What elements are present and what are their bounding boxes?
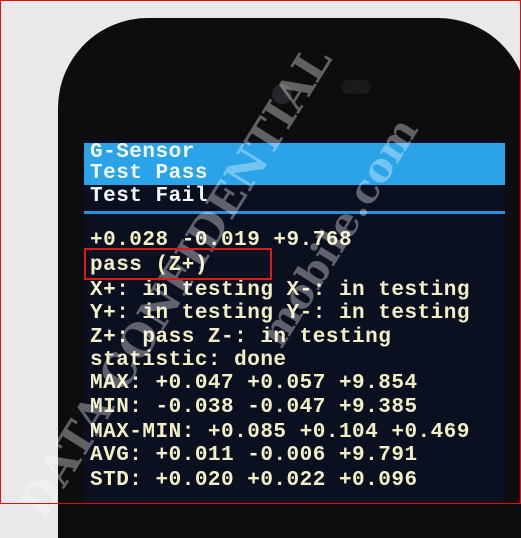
- menu-title: G-Sensor: [90, 141, 195, 164]
- highlight-box: [84, 248, 272, 280]
- axis-status-y: Y+: in testing Y-: in testing: [90, 302, 470, 325]
- test-pass-button[interactable]: Test Pass: [90, 163, 208, 185]
- stat-min: MIN: -0.038 -0.047 +9.385: [90, 396, 418, 419]
- test-fail-button[interactable]: Test Fail: [90, 186, 208, 208]
- earpiece-speaker: [342, 80, 370, 94]
- axis-status-x: X+: in testing X-: in testing: [90, 279, 470, 302]
- stat-std: STD: +0.020 +0.022 +0.096: [90, 469, 418, 492]
- statistic-status: statistic: done: [90, 349, 287, 372]
- front-camera: [272, 84, 292, 104]
- phone-screen: G-Sensor Test Pass Test Fail +0.028 -0.0…: [84, 140, 505, 504]
- stat-avg: AVG: +0.011 -0.006 +9.791: [90, 444, 418, 467]
- axis-status-z: Z+: pass Z-: in testing: [90, 326, 392, 349]
- stat-max-min: MAX-MIN: +0.085 +0.104 +0.469: [90, 421, 470, 444]
- stat-max: MAX: +0.047 +0.057 +9.854: [90, 372, 418, 395]
- divider: [84, 211, 505, 214]
